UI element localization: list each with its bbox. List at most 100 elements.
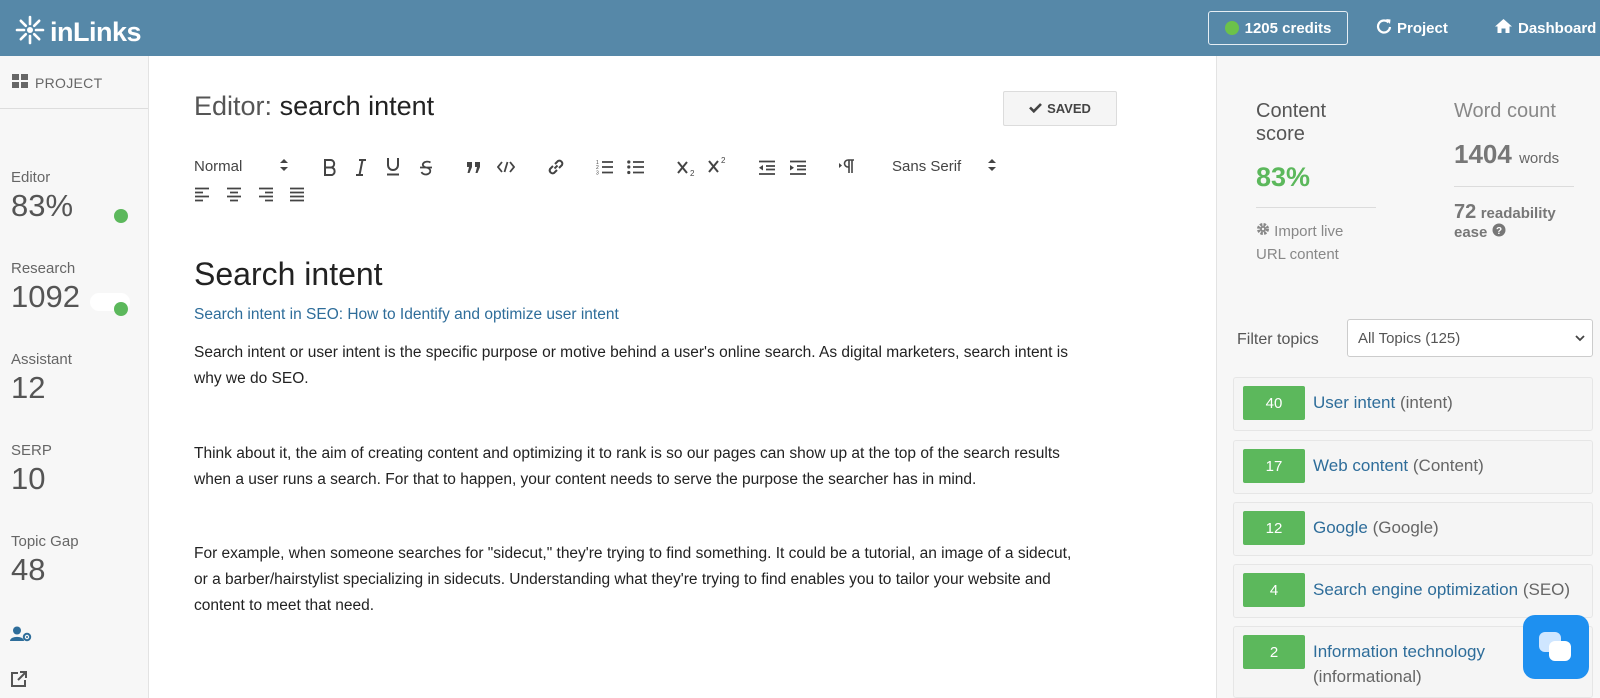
topic-text: User intent (intent) bbox=[1313, 390, 1583, 415]
topic-name-link[interactable]: Google bbox=[1313, 518, 1368, 537]
topic-count-badge: 17 bbox=[1243, 449, 1305, 483]
text-direction-icon[interactable] bbox=[836, 155, 858, 177]
svg-text:?: ? bbox=[1496, 226, 1502, 237]
align-left-icon[interactable] bbox=[193, 185, 211, 203]
sidebar-metric-serp[interactable]: SERP 10 bbox=[11, 442, 52, 497]
sidebar-metric-research[interactable]: Research 1092 bbox=[11, 260, 80, 315]
home-icon bbox=[1494, 18, 1513, 38]
indent-icon[interactable] bbox=[788, 157, 808, 177]
metric-label: Topic Gap bbox=[11, 533, 79, 550]
logo[interactable]: inLinks bbox=[14, 14, 142, 51]
subscript-icon[interactable]: 2 bbox=[676, 156, 698, 178]
content-score-value: 83% bbox=[1256, 162, 1311, 192]
import-live-url-button[interactable]: Import live URL content bbox=[1256, 220, 1376, 266]
document-paragraph[interactable]: For example, when someone searches for "… bbox=[194, 541, 1084, 619]
editor-status-dot bbox=[114, 209, 128, 223]
topic-text: Search engine optimization (SEO) bbox=[1313, 577, 1583, 602]
topic-type: (Google) bbox=[1372, 518, 1439, 537]
font-select-value: Sans Serif bbox=[892, 157, 962, 175]
logo-text: inLinks bbox=[50, 17, 142, 47]
nav-project-link[interactable]: Project bbox=[1376, 18, 1448, 38]
check-icon bbox=[1029, 101, 1043, 116]
format-select[interactable]: Normal bbox=[194, 155, 294, 177]
strikethrough-icon[interactable] bbox=[416, 156, 436, 178]
svg-text:2: 2 bbox=[721, 156, 726, 165]
bold-icon[interactable] bbox=[320, 156, 340, 178]
topic-card[interactable]: 17 Web content (Content) bbox=[1233, 440, 1593, 494]
superscript-icon[interactable]: 2 bbox=[707, 154, 729, 176]
topic-type: (Content) bbox=[1412, 456, 1484, 475]
filter-topics-select[interactable]: All Topics (125) bbox=[1347, 319, 1593, 357]
score-divider bbox=[1256, 207, 1376, 208]
refresh-icon bbox=[1376, 18, 1392, 38]
saved-label: SAVED bbox=[1047, 101, 1091, 116]
editor-title: Editor: search intent bbox=[194, 91, 434, 122]
metric-value: 12 bbox=[11, 370, 46, 405]
italic-icon[interactable] bbox=[351, 156, 371, 178]
sunburst-logo-icon bbox=[14, 14, 46, 51]
sidebar-project-link[interactable]: PROJECT bbox=[12, 74, 102, 91]
topic-card[interactable]: 12 Google (Google) bbox=[1233, 502, 1593, 556]
font-select[interactable]: Sans Serif bbox=[892, 155, 1002, 177]
topic-text: Google (Google) bbox=[1313, 515, 1583, 540]
document-paragraph[interactable]: Think about it, the aim of creating cont… bbox=[194, 441, 1084, 493]
top-navbar: inLinks 1205 credits Project Dashboard bbox=[0, 0, 1600, 56]
word-count-divider bbox=[1454, 186, 1574, 187]
metric-value: 10 bbox=[11, 461, 46, 496]
external-link-icon[interactable] bbox=[10, 670, 28, 693]
sidebar-metric-topic-gap[interactable]: Topic Gap 48 bbox=[11, 533, 79, 588]
link-icon[interactable] bbox=[546, 156, 566, 178]
bullet-list-icon[interactable] bbox=[626, 157, 646, 177]
topic-name-link[interactable]: User intent bbox=[1313, 393, 1395, 412]
credits-label: 1205 credits bbox=[1244, 19, 1332, 37]
topic-type: (intent) bbox=[1399, 393, 1453, 412]
svg-text:2: 2 bbox=[690, 169, 695, 176]
topic-type: (informational) bbox=[1313, 667, 1422, 686]
topic-card[interactable]: 40 User intent (intent) bbox=[1233, 377, 1593, 431]
editor-title-prefix: Editor: bbox=[194, 91, 273, 121]
metric-label: Research bbox=[11, 260, 76, 277]
left-sidebar: PROJECT Editor 83% Research 1092 Assista… bbox=[0, 56, 149, 698]
word-count-label: Word count bbox=[1454, 100, 1556, 122]
updown-icon bbox=[988, 158, 996, 172]
topic-text: Web content (Content) bbox=[1313, 453, 1583, 478]
outdent-icon[interactable] bbox=[757, 157, 777, 177]
code-block-icon[interactable] bbox=[495, 157, 517, 177]
topic-name-link[interactable]: Web content bbox=[1313, 456, 1408, 475]
word-count-value: 1404 words bbox=[1454, 139, 1559, 170]
right-panel: Content score 83% Import live URL conten… bbox=[1216, 56, 1600, 698]
document-subtitle-link[interactable]: Search intent in SEO: How to Identify an… bbox=[194, 306, 619, 324]
document-heading[interactable]: Search intent bbox=[194, 256, 383, 293]
topic-count-badge: 40 bbox=[1243, 386, 1305, 420]
align-center-icon[interactable] bbox=[225, 185, 243, 203]
blockquote-icon[interactable] bbox=[464, 157, 484, 177]
credits-button[interactable]: 1205 credits bbox=[1208, 11, 1348, 45]
word-count-number: 1404 bbox=[1454, 139, 1512, 169]
content-score-label: Content score bbox=[1256, 100, 1327, 145]
sidebar-metric-editor[interactable]: Editor 83% bbox=[11, 169, 73, 224]
topic-name-link[interactable]: Information technology bbox=[1313, 642, 1485, 661]
chevron-down-icon bbox=[1574, 331, 1586, 348]
svg-text:3: 3 bbox=[596, 171, 599, 176]
editor-title-keyword: search intent bbox=[279, 91, 435, 121]
align-justify-icon[interactable] bbox=[288, 185, 306, 203]
format-select-value: Normal bbox=[194, 157, 243, 175]
sidebar-metric-assistant[interactable]: Assistant 12 bbox=[11, 351, 72, 406]
nav-dashboard-label: Dashboard bbox=[1518, 19, 1597, 37]
credits-status-dot bbox=[1224, 21, 1239, 35]
topic-count-badge: 12 bbox=[1243, 511, 1305, 545]
ordered-list-icon[interactable]: 123 bbox=[595, 157, 615, 177]
chat-widget-button[interactable] bbox=[1523, 615, 1589, 679]
sidebar-divider bbox=[0, 108, 148, 109]
saved-button[interactable]: SAVED bbox=[1003, 91, 1117, 126]
topic-card[interactable]: 4 Search engine optimization (SEO) bbox=[1233, 564, 1593, 618]
underline-icon[interactable] bbox=[383, 155, 403, 177]
users-cog-icon[interactable] bbox=[10, 626, 32, 647]
align-right-icon[interactable] bbox=[257, 185, 275, 203]
help-icon[interactable]: ? bbox=[1492, 223, 1506, 241]
metric-value: 48 bbox=[11, 552, 46, 587]
document-paragraph[interactable]: Search intent or user intent is the spec… bbox=[194, 340, 1084, 392]
metric-value: 83% bbox=[11, 188, 74, 223]
nav-dashboard-link[interactable]: Dashboard bbox=[1494, 18, 1596, 38]
topic-name-link[interactable]: Search engine optimization bbox=[1313, 580, 1518, 599]
